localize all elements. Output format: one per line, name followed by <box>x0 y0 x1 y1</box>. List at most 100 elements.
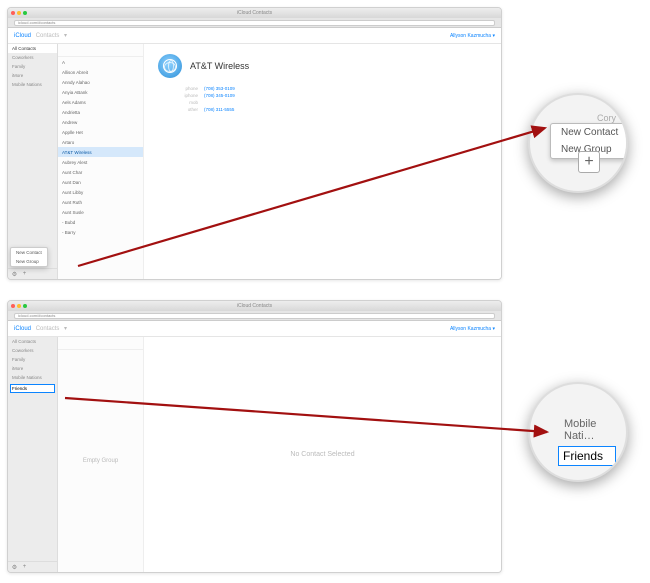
app-brand[interactable]: iCloud Contacts ▾ <box>14 325 67 332</box>
empty-group-label: Empty Group <box>58 350 143 572</box>
main-columns: All ContactsCoworkersFamilyiMoreMobile N… <box>8 44 501 279</box>
user-name: Allyson Kazmucha <box>450 326 491 332</box>
plus-icon[interactable]: + <box>21 564 28 571</box>
contact-row[interactable]: AT&T Wireless <box>58 147 143 157</box>
contact-row[interactable]: - Bubd <box>58 217 143 227</box>
field-value: (708) 311-5555 <box>204 107 234 112</box>
contact-detail-column: No Contact Selected <box>144 337 501 572</box>
menu-item[interactable]: New Contact <box>551 124 628 141</box>
screenshot-2: iCloud Contacts icloud.com/#contacts iCl… <box>7 300 502 573</box>
contacts-list: AAllison AbreitAnndy AlahaoAnyia ABankAe… <box>58 57 143 237</box>
url-field[interactable]: icloud.com/#contacts <box>14 313 495 319</box>
plus-icon[interactable]: + <box>21 271 28 278</box>
gear-icon[interactable]: ⚙ <box>11 271 18 278</box>
gear-icon[interactable]: ⚙ <box>11 564 18 571</box>
group-name-input-wrapper <box>10 384 55 393</box>
sidebar-item[interactable]: iMore <box>8 71 57 80</box>
chevron-down-icon: ▾ <box>492 326 495 332</box>
sidebar-item[interactable]: Family <box>8 355 57 364</box>
contact-name: AT&T Wireless <box>190 61 249 71</box>
field-label: other <box>158 107 198 112</box>
contact-row[interactable]: Anyia ABank <box>58 87 143 97</box>
zoom-magnifier-1: Cory em E New ContactNew Group + <box>528 93 628 193</box>
menu-item[interactable]: New Group <box>11 257 47 266</box>
contact-row[interactable]: Andrietta <box>58 107 143 117</box>
contact-row[interactable]: Aunt Dan <box>58 177 143 187</box>
contact-card: AT&T Wireless phone (708) 353-0109 iphone (… <box>144 44 501 124</box>
user-menu[interactable]: Allyson Kazmucha ▾ <box>450 33 495 39</box>
contact-row[interactable]: Artaro <box>58 137 143 147</box>
contact-row[interactable]: Aunt Susle <box>58 207 143 217</box>
groups-footer: ⚙ + <box>8 561 57 572</box>
sidebar-item[interactable]: Family <box>8 62 57 71</box>
contact-row[interactable]: - Barry <box>58 227 143 237</box>
contact-row[interactable]: Applle Het <box>58 127 143 137</box>
sidebar-item-mobile-nations[interactable]: Mobile Nati… <box>558 414 616 446</box>
app-header: iCloud Contacts ▾ Allyson Kazmucha ▾ <box>8 321 501 337</box>
sidebar-item[interactable]: iMore <box>8 364 57 373</box>
contact-row[interactable]: Aubrey Alest <box>58 157 143 167</box>
contact-field: mob <box>158 100 487 105</box>
screenshot-1: iCloud Contacts icloud.com/#contacts iCl… <box>7 7 502 280</box>
contact-row[interactable]: Allison Abreit <box>58 67 143 77</box>
chevron-down-icon: ▾ <box>64 326 67 332</box>
contacts-list-column: AAllison AbreitAnndy AlahaoAnyia ABankAe… <box>58 44 144 279</box>
window-title: iCloud Contacts <box>8 10 501 16</box>
field-label: phone <box>158 86 198 91</box>
window-title: iCloud Contacts <box>8 303 501 309</box>
window-titlebar: iCloud Contacts <box>8 8 501 18</box>
groups-sidebar: All ContactsCoworkersFamilyiMoreMobile N… <box>8 337 58 572</box>
contact-fields: phone (708) 353-0109 iphone (708) 345-0109 m… <box>158 86 487 112</box>
contact-field: iphone (708) 345-0109 <box>158 93 487 98</box>
plus-button-zoom[interactable]: + <box>578 151 600 173</box>
sidebar-item[interactable]: All Contacts <box>8 44 57 53</box>
bg-contact-fragment: Cory <box>597 113 616 123</box>
url-field[interactable]: icloud.com/#contacts <box>14 20 495 26</box>
contact-row[interactable]: Anndy Alahao <box>58 77 143 87</box>
zoom-sidebar-fragment: Mobile Nati… <box>558 414 616 466</box>
zoom-content: Cory em E New ContactNew Group + <box>536 101 620 185</box>
chevron-down-icon: ▾ <box>64 33 67 39</box>
field-value: (708) 353-0109 <box>204 86 235 91</box>
sidebar-item[interactable]: Mobile Nations <box>8 373 57 382</box>
user-name: Allyson Kazmucha <box>450 33 491 39</box>
browser-toolbar: icloud.com/#contacts <box>8 18 501 28</box>
groups-list: All ContactsCoworkersFamilyiMoreMobile N… <box>8 44 57 268</box>
group-name-input[interactable] <box>10 384 55 393</box>
groups-footer: ⚙ + New ContactNew Group <box>8 268 57 279</box>
sidebar-item[interactable]: Coworkers <box>8 346 57 355</box>
url-text: icloud.com/#contacts <box>18 313 55 318</box>
field-label: mob <box>158 100 198 105</box>
field-value: (708) 345-0109 <box>204 93 235 98</box>
contacts-header <box>58 337 143 350</box>
contact-row[interactable]: Aels Adams <box>58 97 143 107</box>
brand-text: iCloud <box>14 326 31 332</box>
app-brand[interactable]: iCloud Contacts ▾ <box>14 32 67 39</box>
contact-row[interactable]: Aunt Ruth <box>58 197 143 207</box>
contact-row[interactable]: A <box>58 57 143 67</box>
contact-field: other (708) 311-5555 <box>158 107 487 112</box>
zoom-content: Mobile Nati… <box>536 390 620 474</box>
sidebar-item[interactable]: All Contacts <box>8 337 57 346</box>
sidebar-item[interactable]: Coworkers <box>8 53 57 62</box>
user-menu[interactable]: Allyson Kazmucha ▾ <box>450 326 495 332</box>
field-label: iphone <box>158 93 198 98</box>
chevron-down-icon: ▾ <box>492 33 495 39</box>
menu-item[interactable]: New Contact <box>11 248 47 257</box>
contact-row[interactable]: Aunt Char <box>58 167 143 177</box>
add-popup-menu[interactable]: New ContactNew Group <box>10 247 48 267</box>
contact-field: phone (708) 353-0109 <box>158 86 487 91</box>
sidebar-item[interactable]: Mobile Nations <box>8 80 57 89</box>
window-titlebar: iCloud Contacts <box>8 301 501 311</box>
groups-list: All ContactsCoworkersFamilyiMoreMobile N… <box>8 337 57 561</box>
zoom-magnifier-2: Mobile Nati… <box>528 382 628 482</box>
contact-detail-column: AT&T Wireless phone (708) 353-0109 iphone (… <box>144 44 501 279</box>
app-header: iCloud Contacts ▾ Allyson Kazmucha ▾ <box>8 28 501 44</box>
avatar-globe-icon <box>158 54 182 78</box>
group-name-input-zoom[interactable] <box>558 446 616 466</box>
section-text: Contacts <box>36 33 60 39</box>
contacts-header <box>58 44 143 57</box>
contact-row[interactable]: Andrew <box>58 117 143 127</box>
contacts-list-column: Empty Group <box>58 337 144 572</box>
contact-row[interactable]: Aunt Libby <box>58 187 143 197</box>
